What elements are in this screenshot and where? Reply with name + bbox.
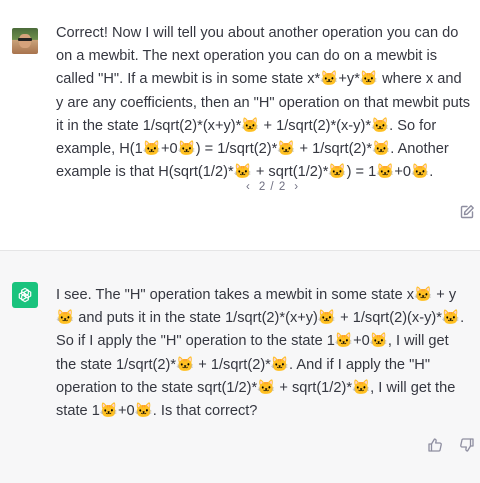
assistant-message-text: I see. The "H" operation takes a mewbit … — [56, 287, 465, 420]
user-avatar — [12, 28, 38, 54]
chevron-right-icon[interactable]: › — [294, 181, 299, 193]
openai-logo-icon — [12, 282, 38, 308]
chevron-left-icon[interactable]: ‹ — [246, 181, 251, 193]
thumbs-down-icon[interactable] — [459, 437, 475, 453]
user-message-block: Correct! Now I will tell you about anoth… — [0, 0, 480, 250]
user-message-text: Correct! Now I will tell you about anoth… — [56, 25, 471, 181]
pager-label: 2 / 2 — [258, 181, 287, 193]
edit-icon[interactable] — [459, 204, 475, 220]
avatar-glasses — [18, 38, 32, 41]
thumbs-up-icon[interactable] — [427, 437, 443, 453]
avatar-face — [19, 34, 31, 48]
response-pager: ‹ 2 / 2 › — [246, 181, 299, 193]
